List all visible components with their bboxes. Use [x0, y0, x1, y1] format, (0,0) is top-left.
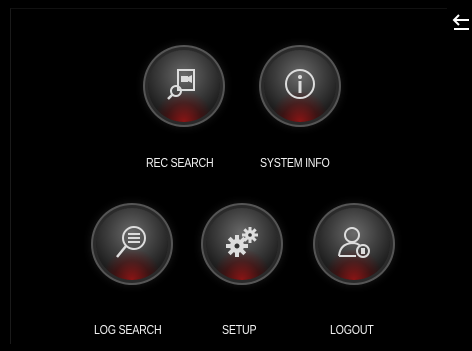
main-menu-screen: REC SEARCH SYSTEM INFO LOG SEARCH SETUP … — [0, 0, 472, 351]
video-document-search-icon — [167, 69, 195, 100]
log-search-button[interactable] — [96, 208, 168, 280]
system-info-label: SYSTEM INFO — [260, 155, 330, 170]
logout-button[interactable] — [318, 208, 390, 280]
setup-button[interactable] — [206, 208, 278, 280]
system-info-button[interactable] — [264, 50, 336, 122]
log-magnifier-icon — [116, 226, 146, 258]
rec-search-label: REC SEARCH — [146, 155, 214, 170]
logout-label: LOGOUT — [330, 322, 374, 337]
back-arrow-icon[interactable] — [452, 14, 470, 32]
menu-panel — [10, 8, 447, 344]
info-icon — [285, 69, 315, 99]
user-logout-icon — [338, 227, 370, 258]
log-search-label: LOG SEARCH — [94, 322, 162, 337]
setup-label: SETUP — [222, 322, 257, 337]
gears-icon — [226, 227, 258, 257]
rec-search-button[interactable] — [148, 50, 220, 122]
